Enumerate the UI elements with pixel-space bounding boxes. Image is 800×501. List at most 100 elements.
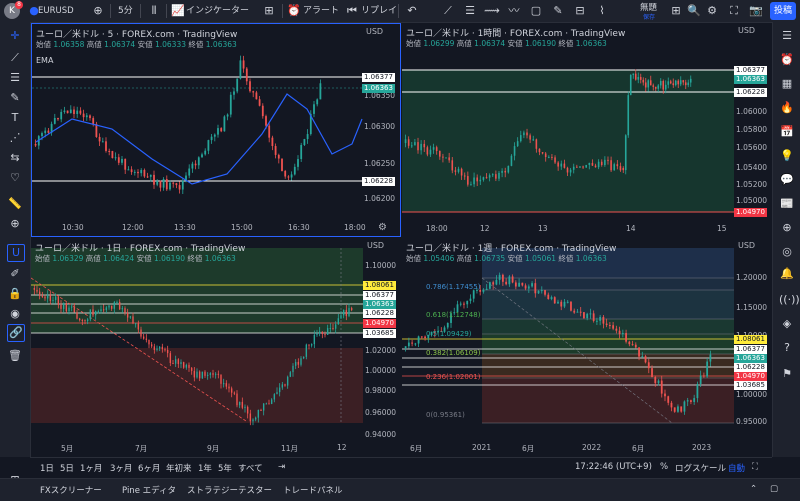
- tab-trading-panel[interactable]: トレードパネル: [283, 484, 343, 496]
- candle-body: [164, 349, 166, 351]
- layers-icon[interactable]: ◈: [779, 316, 795, 332]
- symbol-search[interactable]: EURUSD: [38, 3, 74, 19]
- lock-icon[interactable]: 🔒: [7, 286, 23, 302]
- notifications-icon[interactable]: 🔔: [779, 266, 795, 282]
- scale-settings-icon[interactable]: ⛶: [752, 462, 758, 472]
- crosshair-icon[interactable]: ✛: [7, 28, 23, 44]
- text-tool-icon[interactable]: T: [7, 110, 23, 126]
- time-axis-tick: 13:30: [174, 223, 196, 232]
- hide-icon[interactable]: ◉: [7, 306, 23, 322]
- tab-fx-screener[interactable]: FXスクリーナー: [40, 484, 102, 496]
- log-scale-toggle[interactable]: ログスケール: [675, 462, 726, 474]
- chat-icon[interactable]: 💬: [779, 172, 795, 188]
- candle-body: [38, 291, 41, 296]
- chart-pane-1week[interactable]: ユーロ／米ドル · 1週 · FOREX.com · TradingView 始値…: [402, 238, 772, 456]
- trash-icon[interactable]: 🗑: [7, 348, 23, 364]
- candle-body: [616, 164, 619, 167]
- text-icon[interactable]: ⌇: [594, 3, 610, 19]
- alert-button[interactable]: アラート: [303, 3, 339, 19]
- fib-icon[interactable]: ☰: [462, 3, 478, 19]
- indicators-button[interactable]: インジケーター: [186, 3, 249, 19]
- chart-canvas[interactable]: [31, 238, 401, 456]
- candle-body: [82, 113, 85, 118]
- range-ytd[interactable]: 年初来: [166, 462, 192, 474]
- clock-time[interactable]: 17:22:46 (UTC+9): [575, 462, 652, 472]
- snapshot-icon[interactable]: 📷: [748, 3, 764, 19]
- calendar-icon[interactable]: 📅: [779, 124, 795, 140]
- auto-scale-toggle[interactable]: 自動: [728, 462, 745, 474]
- settings-icon[interactable]: ⚙: [704, 3, 720, 19]
- candle-body: [196, 371, 198, 378]
- chart-pane-1hour[interactable]: ユーロ／米ドル · 1時間 · FOREX.com · TradingView 始…: [402, 23, 772, 237]
- candle-body: [521, 282, 524, 286]
- currency-label[interactable]: USD: [367, 241, 384, 250]
- undo-icon[interactable]: ↶: [404, 3, 420, 19]
- replay-icon[interactable]: ⏮: [344, 3, 360, 19]
- interval-button[interactable]: 5分: [118, 3, 133, 19]
- ideas-icon[interactable]: 💡: [779, 148, 795, 164]
- pane-settings-icon[interactable]: ⚙: [378, 222, 387, 233]
- range-1d[interactable]: 1日: [40, 462, 54, 474]
- data-window-icon[interactable]: ▦: [779, 76, 795, 92]
- watchlist-icon[interactable]: ☰: [779, 28, 795, 44]
- range-6m[interactable]: 6ヶ月: [138, 462, 160, 474]
- alert-icon[interactable]: ⏰: [286, 3, 302, 19]
- hotlists-icon[interactable]: 🔥: [779, 100, 795, 116]
- templates-icon[interactable]: ⊞: [261, 3, 277, 19]
- chart-canvas[interactable]: [32, 24, 400, 236]
- range-5y[interactable]: 5年: [218, 462, 232, 474]
- news-icon[interactable]: 📰: [779, 196, 795, 212]
- sync-icon[interactable]: 🔗: [7, 324, 25, 342]
- screener-icon[interactable]: ⊕: [779, 220, 795, 236]
- range-all[interactable]: すべて: [238, 462, 263, 474]
- wave-icon[interactable]: 〰: [506, 3, 522, 19]
- quick-search-icon[interactable]: 🔍: [686, 3, 702, 19]
- currency-label[interactable]: USD: [738, 26, 755, 35]
- pattern-tool-icon[interactable]: ⋰: [7, 130, 23, 146]
- trend-line-tool-icon[interactable]: ⟋: [7, 50, 23, 66]
- collapse-panel-icon[interactable]: ⌃: [750, 484, 757, 494]
- chart-type-icon[interactable]: ⫴: [146, 3, 162, 19]
- fib-tool-icon[interactable]: ☰: [7, 70, 23, 86]
- fullscreen-icon[interactable]: ⛶: [726, 3, 742, 19]
- currency-label[interactable]: USD: [366, 27, 383, 36]
- range-1m[interactable]: 1ヶ月: [80, 462, 102, 474]
- range-5d[interactable]: 5日: [60, 462, 74, 474]
- goto-date-icon[interactable]: ⇥: [278, 462, 285, 472]
- alerts-panel-icon[interactable]: ⏰: [779, 52, 795, 68]
- streams-icon[interactable]: ◎: [779, 244, 795, 260]
- layout-icon[interactable]: ⊞: [668, 3, 684, 19]
- indicators-icon[interactable]: 📈: [170, 3, 186, 19]
- range-3m[interactable]: 3ヶ月: [110, 462, 132, 474]
- chart-pane-5min[interactable]: ユーロ／米ドル · 5 · FOREX.com · TradingView 始値 …: [31, 23, 401, 237]
- rectangle-icon[interactable]: ▢: [528, 3, 544, 19]
- zoom-in-icon[interactable]: ⊕: [7, 216, 23, 232]
- prediction-tool-icon[interactable]: ⇆: [7, 150, 23, 166]
- chart-canvas[interactable]: [402, 238, 772, 456]
- replay-button[interactable]: リプレイ: [361, 3, 397, 19]
- percent-toggle[interactable]: %: [660, 462, 668, 472]
- favorites-icon[interactable]: ♡: [7, 170, 23, 186]
- ruler-icon[interactable]: 📏: [7, 196, 23, 212]
- measure-icon[interactable]: ⊟: [572, 3, 588, 19]
- broadcast-icon[interactable]: ((·)): [779, 292, 800, 308]
- range-1y[interactable]: 1年: [198, 462, 212, 474]
- chart-canvas[interactable]: [402, 23, 772, 237]
- help-icon[interactable]: ?: [779, 340, 795, 356]
- post-button[interactable]: 投稿: [770, 2, 796, 20]
- brush-icon[interactable]: ✎: [550, 3, 566, 19]
- stay-drawing-icon[interactable]: ✐: [7, 266, 23, 282]
- ema-legend[interactable]: EMA: [36, 56, 53, 65]
- pattern-icon[interactable]: ⟿: [484, 3, 500, 19]
- chart-pane-1day[interactable]: ユーロ／米ドル · 1日 · FOREX.com · TradingView 始値…: [31, 238, 401, 456]
- magnet-icon[interactable]: U: [7, 244, 25, 262]
- trend-line-icon[interactable]: ⟋: [440, 3, 456, 19]
- tab-pine-editor[interactable]: Pine エディタ: [122, 484, 176, 496]
- currency-label[interactable]: USD: [738, 241, 755, 250]
- brush-tool-icon[interactable]: ✎: [7, 90, 23, 106]
- tab-strategy-tester[interactable]: ストラテジーテスター: [187, 484, 272, 496]
- candle-body: [220, 128, 223, 132]
- flag-icon[interactable]: ⚑: [779, 366, 795, 382]
- add-symbol-icon[interactable]: ⊕: [90, 3, 106, 19]
- maximize-panel-icon[interactable]: ▢: [770, 484, 778, 494]
